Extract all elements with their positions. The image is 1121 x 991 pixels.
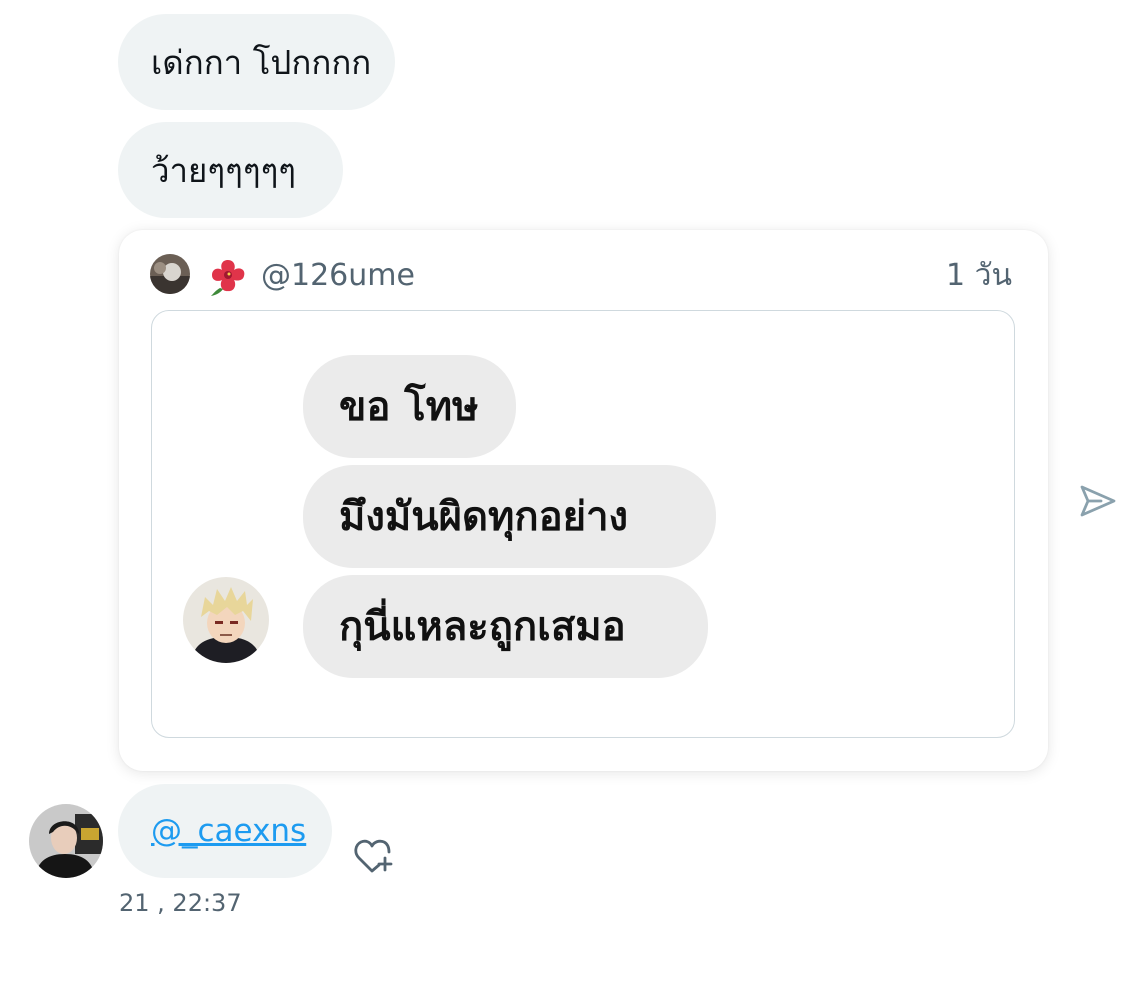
mention-link[interactable]: @_caexns bbox=[151, 815, 306, 847]
image-chat-text: กุนี่แหละถูกเสมอ bbox=[339, 603, 626, 650]
hibiscus-icon bbox=[206, 254, 250, 298]
mention-message-bubble[interactable]: @_caexns bbox=[118, 784, 332, 878]
image-chat-bubble: กุนี่แหละถูกเสมอ bbox=[303, 575, 708, 678]
tweet-time: 1 วัน bbox=[946, 258, 1012, 293]
image-chat-text: มึงมันผิดทุกอย่าง bbox=[339, 493, 629, 540]
message-timestamp: 21 , 22:37 bbox=[119, 889, 242, 917]
image-chat-avatar bbox=[183, 577, 269, 663]
image-chat-bubble: มึงมันผิดทุกอย่าง bbox=[303, 465, 716, 568]
send-icon[interactable] bbox=[1079, 484, 1117, 518]
sender-avatar[interactable] bbox=[29, 804, 103, 878]
image-chat-text: ขอ โทษ bbox=[339, 383, 479, 430]
message-text: เด่กกา โปกกกก bbox=[151, 42, 372, 82]
tweet-author-handle[interactable]: @126ume bbox=[261, 258, 415, 294]
tweet-author-avatar[interactable] bbox=[150, 254, 190, 294]
heart-plus-icon[interactable] bbox=[352, 834, 396, 874]
message-text: ว้ายๆๆๆๆๆ bbox=[151, 150, 297, 190]
image-chat-bubble: ขอ โทษ bbox=[303, 355, 516, 458]
message-bubble[interactable]: ว้ายๆๆๆๆๆ bbox=[118, 122, 343, 218]
shared-tweet-card[interactable]: @126ume 1 วัน ขอ โทษ มึงมันผิดทุกอย่าง ก… bbox=[119, 230, 1048, 771]
tweet-media-image[interactable]: ขอ โทษ มึงมันผิดทุกอย่าง กุนี่แหละถูกเสม… bbox=[151, 310, 1015, 738]
message-bubble[interactable]: เด่กกา โปกกกก bbox=[118, 14, 395, 110]
